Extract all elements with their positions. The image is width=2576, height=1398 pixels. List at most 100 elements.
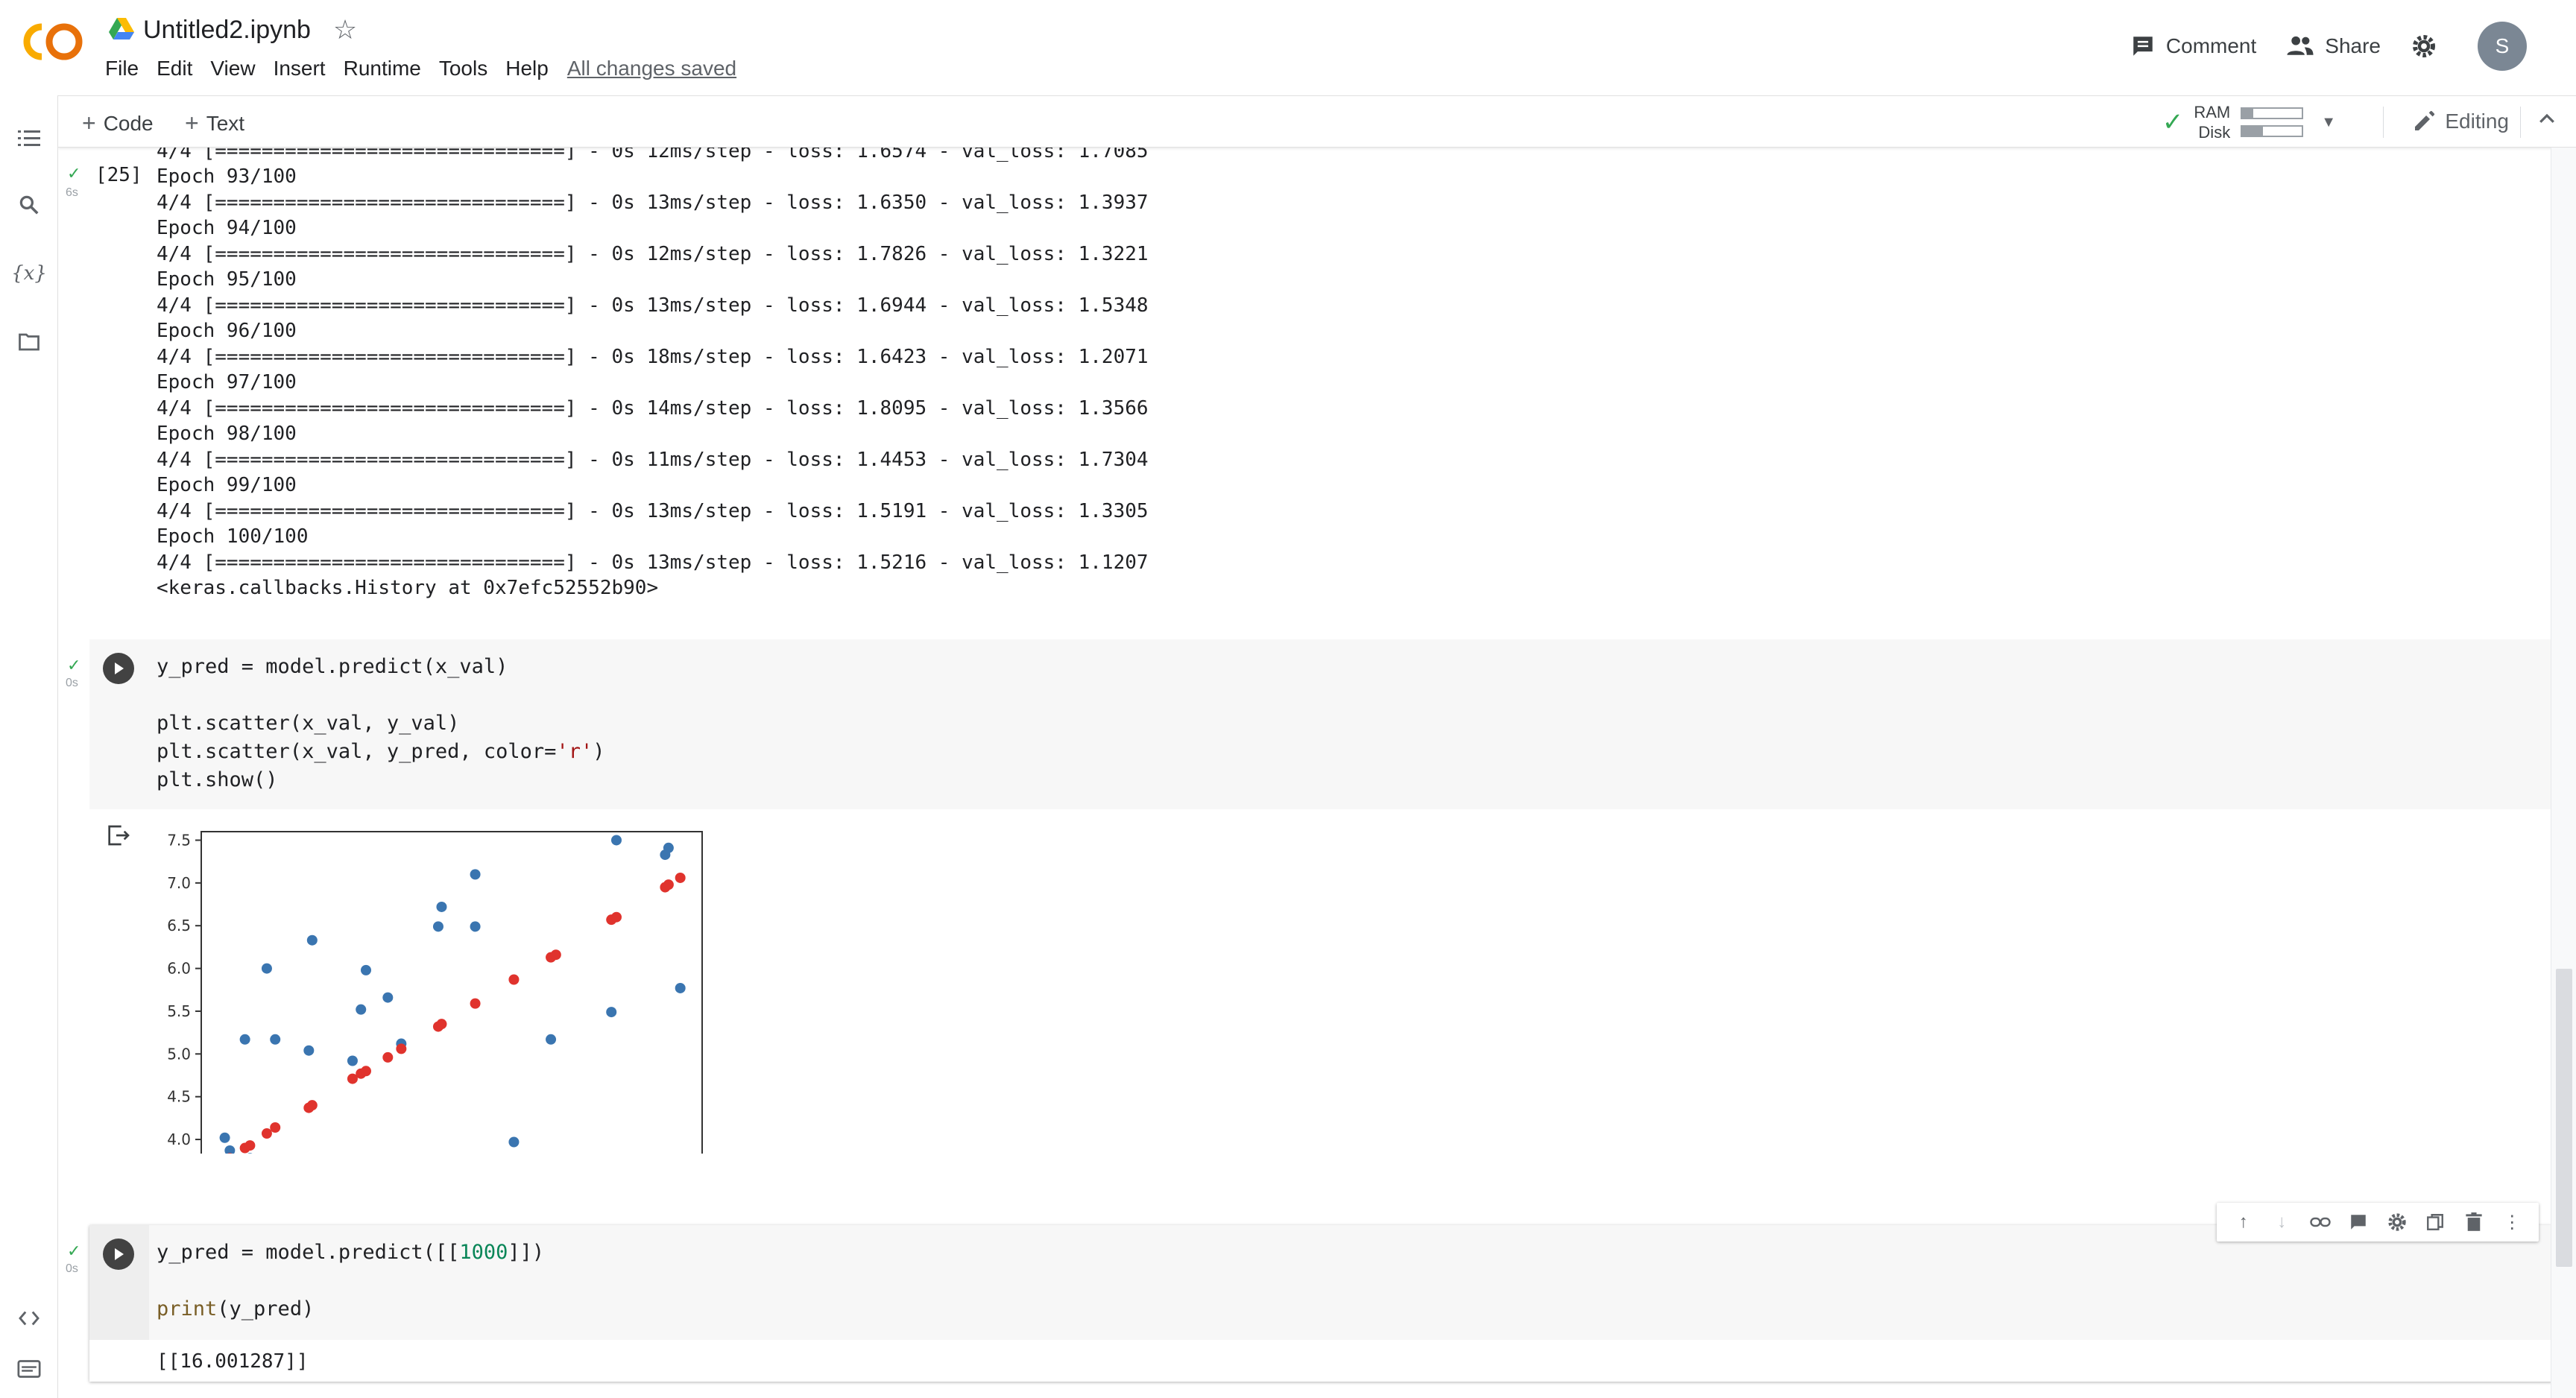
settings-button[interactable]	[2411, 33, 2448, 60]
arrow-up-icon[interactable]: ↑	[2231, 1209, 2256, 1235]
search-icon[interactable]	[16, 192, 42, 218]
avatar[interactable]: S	[2478, 22, 2527, 71]
scatter-point-actual	[303, 1045, 315, 1056]
add-text-button[interactable]: + Text	[185, 110, 244, 137]
output-line: 4/4 [==============================] - 0…	[157, 500, 1149, 522]
scatter-point-actual	[360, 964, 371, 975]
output-line: 4/4 [==============================] - 0…	[157, 243, 1149, 265]
y-tick-label: 5.5	[167, 1002, 191, 1020]
code-line[interactable]: print(y_pred)	[157, 1295, 314, 1323]
output-actions-icon[interactable]	[107, 824, 131, 853]
play-icon	[115, 662, 124, 674]
plot-area	[201, 831, 703, 1154]
notebook-content[interactable]: ✓ [25] 6s 4/4 [=========================…	[58, 148, 2551, 1398]
share-label: Share	[2325, 34, 2381, 57]
y-tick-label: 5.0	[167, 1045, 191, 1063]
run-cell-button[interactable]	[103, 653, 134, 684]
success-check-icon: ✓	[67, 656, 81, 674]
caret-down-icon[interactable]: ▼	[2321, 114, 2336, 131]
table-of-contents-icon[interactable]	[16, 125, 42, 151]
scatter-point-actual	[508, 1136, 520, 1148]
output-line: Epoch 94/100	[157, 217, 297, 239]
menu-edit[interactable]: Edit	[156, 55, 193, 82]
scatter-point-actual	[219, 1132, 230, 1143]
left-sidebar: {x}	[0, 95, 58, 1398]
menu-tools[interactable]: Tools	[438, 55, 488, 82]
y-tick-label: 4.0	[167, 1130, 191, 1148]
gear-icon[interactable]	[2384, 1209, 2410, 1235]
terminal-icon[interactable]	[16, 1356, 42, 1382]
save-status-link[interactable]: All changes saved	[567, 57, 736, 80]
colab-logo[interactable]	[19, 19, 86, 64]
y-tick-label: 7.0	[167, 874, 191, 892]
scatter-point-predicted	[550, 949, 561, 961]
scatter-point-actual	[606, 1007, 617, 1018]
resources-indicator[interactable]: ✓ RAM Disk ▼	[2162, 102, 2336, 142]
output-line: 4/4 [==============================] - 0…	[157, 397, 1149, 420]
code-line[interactable]: plt.show()	[157, 766, 278, 794]
add-code-button[interactable]: + Code	[82, 110, 154, 137]
menu-runtime[interactable]: Runtime	[343, 55, 422, 82]
scatter-point-actual	[610, 835, 622, 846]
output-line: 4/4 [==============================] - 0…	[157, 192, 1149, 214]
code-line[interactable]: plt.scatter(x_val, y_val)	[157, 709, 459, 738]
comment-button[interactable]: Comment	[2130, 34, 2256, 59]
scrollbar-thumb[interactable]	[2556, 969, 2572, 1267]
scatter-point-actual	[356, 1004, 367, 1015]
scatter-point-predicted	[436, 1019, 447, 1030]
link-icon[interactable]	[2308, 1209, 2333, 1235]
chevron-up-icon[interactable]	[2536, 108, 2558, 136]
output-line: 4/4 [==============================] - 0…	[157, 551, 1149, 574]
scatter-point-predicted	[675, 872, 686, 883]
menu-help[interactable]: Help	[505, 55, 549, 82]
code-text: ]])	[508, 1241, 545, 1264]
notebook-toolbar: + Code + Text ✓ RAM Disk ▼ Editing	[58, 95, 2576, 148]
y-tick-label: 6.5	[167, 917, 191, 934]
arrow-down-icon[interactable]: ↓	[2269, 1209, 2294, 1235]
notebook-title[interactable]: Untitled2.ipynb	[143, 16, 311, 45]
vertical-scrollbar[interactable]	[2551, 148, 2576, 1398]
output-line: Epoch 99/100	[157, 474, 297, 496]
code-snippets-icon[interactable]	[16, 1306, 42, 1331]
menu-file[interactable]: File	[104, 55, 139, 82]
y-tick-label: 7.5	[167, 831, 191, 849]
scatter-point-actual	[470, 869, 481, 880]
ram-usage-bar	[2241, 107, 2304, 119]
scatter-point-actual	[270, 1034, 281, 1045]
function-name: print	[157, 1297, 218, 1320]
pencil-icon	[2415, 110, 2435, 130]
disk-usage-bar	[2241, 125, 2304, 137]
run-cell-button[interactable]	[103, 1239, 134, 1270]
number-literal: 1000	[459, 1241, 508, 1264]
execution-time: 6s	[66, 186, 78, 199]
y-tick-label: 4.5	[167, 1088, 191, 1106]
variables-icon[interactable]: {x}	[11, 261, 47, 286]
trash-icon[interactable]	[2461, 1209, 2487, 1235]
comment-label: Comment	[2165, 34, 2257, 57]
output-line: <keras.callbacks.History at 0x7efc52552b…	[157, 577, 659, 599]
code-text: plt.scatter(x_val, y_pred, color=	[157, 740, 557, 763]
menu-bar: File Edit View Insert Runtime Tools Help…	[104, 55, 736, 82]
add-text-label: Text	[206, 111, 245, 135]
scatter-point-predicted	[244, 1140, 256, 1151]
drive-icon[interactable]	[109, 18, 136, 42]
menu-view[interactable]: View	[209, 55, 256, 82]
output-line: 4/4 [==============================] - 0…	[157, 449, 1149, 471]
code-text: )	[593, 740, 605, 763]
scatter-point-actual	[432, 921, 443, 932]
cell-toolbar: ↑ ↓ ⋮	[2217, 1203, 2539, 1242]
code-line[interactable]: plt.scatter(x_val, y_pred, color='r')	[157, 738, 604, 766]
menu-insert[interactable]: Insert	[273, 55, 326, 82]
folder-icon[interactable]	[16, 329, 42, 355]
code-line[interactable]: y_pred = model.predict(x_val)	[157, 653, 508, 681]
mirror-cell-icon[interactable]	[2422, 1209, 2448, 1235]
scatter-point-actual	[436, 901, 447, 912]
more-vert-icon[interactable]: ⋮	[2499, 1209, 2525, 1235]
code-line[interactable]: y_pred = model.predict([[1000]])	[157, 1239, 544, 1267]
editing-mode-button[interactable]: Editing	[2412, 110, 2509, 133]
scatter-point-actual	[347, 1055, 358, 1066]
scatter-point-actual	[663, 842, 674, 853]
share-button[interactable]: Share	[2286, 34, 2381, 59]
comment-icon[interactable]	[2346, 1209, 2371, 1235]
star-icon[interactable]: ☆	[333, 14, 357, 45]
